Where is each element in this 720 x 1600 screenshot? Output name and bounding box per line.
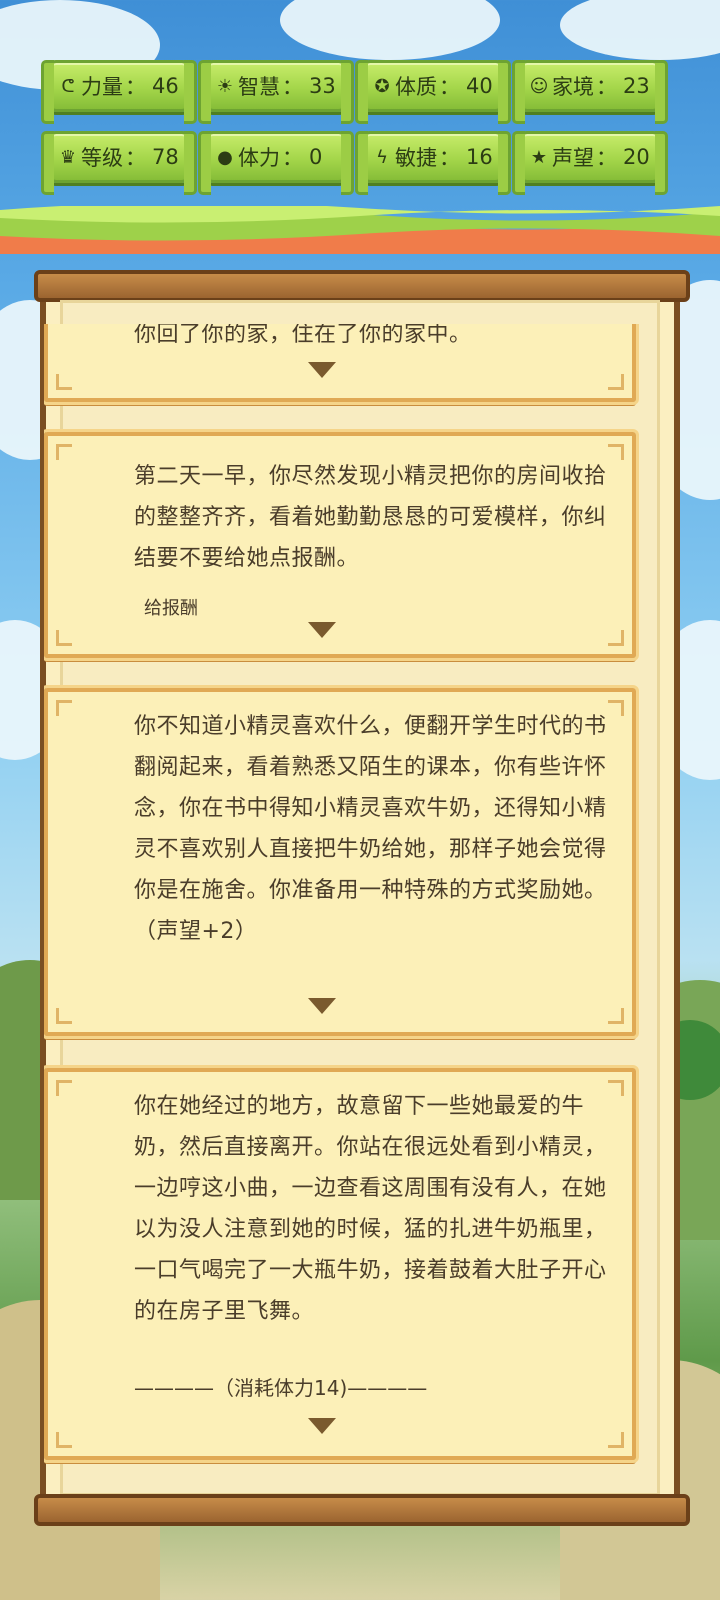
story-list[interactable]: 你回了你的家，住在了你的家中。 第二天一早，你尽然发现小精灵把你的房间收拾的整整… [44, 324, 648, 1472]
story-card[interactable]: 你在她经过的地方，故意留下一些她最爱的牛奶，然后直接离开。你站在很远处看到小精灵… [44, 1065, 639, 1463]
stat-constitution: ✪ 体质： 40 [355, 60, 511, 124]
bulb-icon: ☀ [216, 75, 234, 97]
crown-icon: ♛ [59, 146, 77, 168]
stat-label: 体力 [238, 146, 280, 170]
story-text: 你回了你的家，住在了你的家中。 [134, 324, 472, 347]
stat-strength: ᕦ 力量： 46 [41, 60, 197, 124]
chevron-down-icon[interactable] [306, 1416, 338, 1436]
stat-label: 智慧 [238, 75, 280, 99]
stat-value: 23 [623, 74, 650, 98]
chevron-down-icon[interactable] [306, 360, 338, 380]
stamina-cost-note: ————（消耗体力14)———— [134, 1376, 428, 1400]
stat-value: 0 [309, 145, 323, 169]
story-text: 第二天一早，你尽然发现小精灵把你的房间收拾的整整齐齐，看着她勤勤恳恳的可爱模样，… [134, 464, 607, 571]
story-card[interactable]: 第二天一早，你尽然发现小精灵把你的房间收拾的整整齐齐，看着她勤勤恳恳的可爱模样，… [44, 429, 639, 661]
story-text: 你不知道小精灵喜欢什么，便翻开学生时代的书翻阅起来，看着熟悉又陌生的课本，你有些… [134, 714, 607, 944]
stat-family: ☺ 家境： 23 [512, 60, 668, 124]
stat-value: 40 [466, 74, 493, 98]
scroll-rod-top [34, 270, 690, 302]
choice-option[interactable]: 给报酬 [144, 594, 198, 620]
stat-stamina: ● 体力： 0 [198, 131, 354, 195]
stat-value: 16 [466, 145, 493, 169]
stat-value: 33 [309, 74, 336, 98]
stat-agility: ϟ 敏捷： 16 [355, 131, 511, 195]
scroll-rod-bottom [34, 1494, 690, 1526]
stat-value: 46 [152, 74, 179, 98]
stat-value: 20 [623, 145, 650, 169]
family-icon: ☺ [529, 75, 549, 97]
story-text: 你在她经过的地方，故意留下一些她最爱的牛奶，然后直接离开。你站在很远处看到小精灵… [134, 1094, 607, 1324]
stat-reputation: ★ 声望： 20 [512, 131, 668, 195]
muscle-icon: ᕦ [61, 75, 75, 97]
stat-level: ♛ 等级： 78 [41, 131, 197, 195]
chevron-down-icon[interactable] [306, 996, 338, 1016]
stats-panel: ᕦ 力量： 46 ☀ 智慧： 33 ✪ 体质： 40 ☺ 家境： 23 ♛ 等级： 78 … [0, 0, 720, 230]
story-card[interactable]: 你回了你的家，住在了你的家中。 [44, 324, 639, 405]
lightning-icon: ϟ [376, 146, 388, 168]
stat-label: 声望 [552, 146, 594, 170]
heart-icon: ● [217, 146, 233, 168]
body-icon: ✪ [374, 75, 390, 97]
stat-label: 敏捷 [395, 146, 437, 170]
chevron-down-icon[interactable] [306, 620, 338, 640]
star-icon: ★ [530, 146, 548, 168]
header-divider [0, 206, 720, 254]
stat-wisdom: ☀ 智慧： 33 [198, 60, 354, 124]
stat-value: 78 [152, 145, 179, 169]
stat-label: 体质 [395, 75, 437, 99]
stat-label: 力量 [81, 75, 123, 99]
story-card[interactable]: 你不知道小精灵喜欢什么，便翻开学生时代的书翻阅起来，看着熟悉又陌生的课本，你有些… [44, 685, 639, 1039]
stat-label: 等级 [81, 146, 123, 170]
stat-label: 家境 [552, 75, 594, 99]
